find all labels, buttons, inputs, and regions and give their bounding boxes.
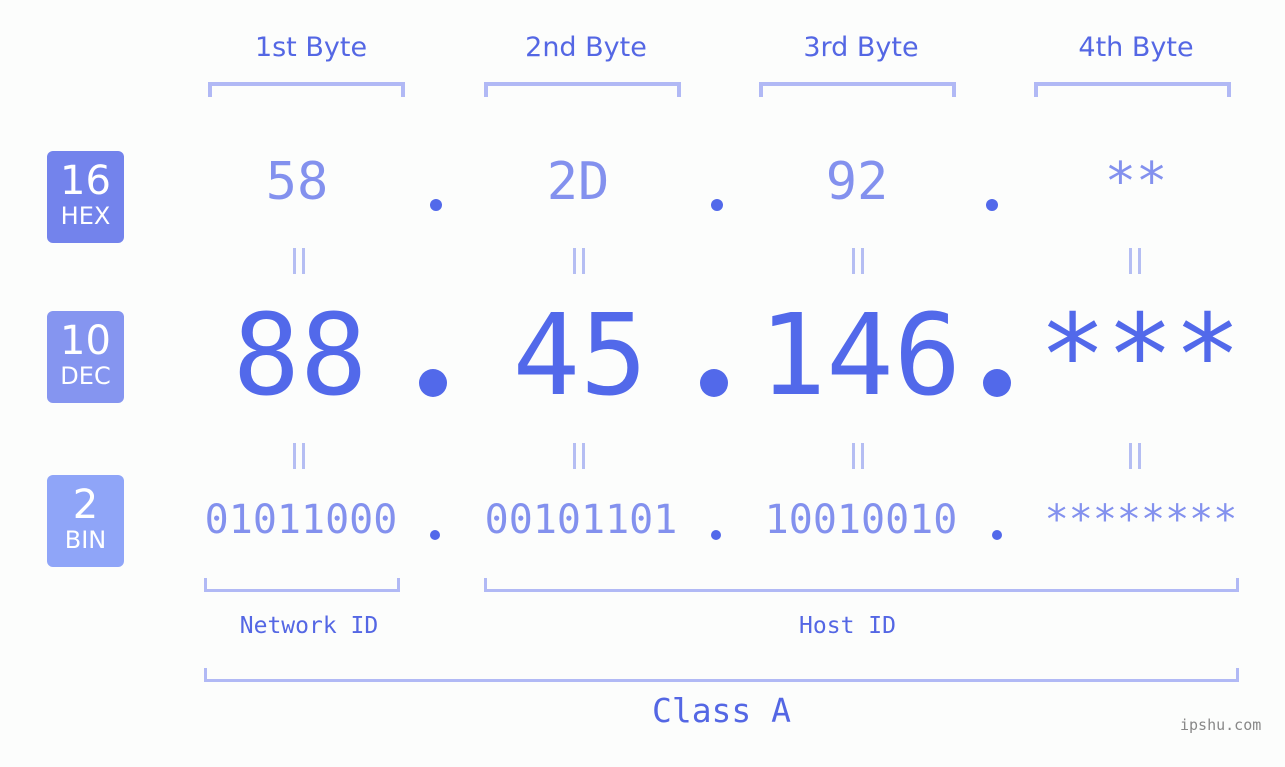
host-id-bracket	[484, 578, 1239, 592]
hex-base-label: HEX	[60, 202, 111, 230]
network-id-bracket	[204, 578, 400, 592]
hex-value-1: 58	[265, 152, 329, 212]
byte-bracket-1	[208, 82, 405, 97]
bin-separator-dot	[711, 530, 721, 540]
hex-value-3: 92	[825, 152, 889, 212]
dec-separator-dot	[419, 369, 447, 397]
dec-separator-dot	[983, 369, 1011, 397]
dec-badge: 10 DEC	[47, 311, 124, 403]
hex-separator-dot	[986, 199, 998, 211]
bin-value-2: 00101101	[484, 497, 678, 543]
hex-badge: 16 HEX	[47, 151, 124, 243]
ip-class-label: Class A	[651, 691, 792, 730]
host-id-label: Host ID	[799, 613, 896, 639]
byte-bracket-4	[1034, 82, 1231, 97]
byte-title-4: 4th Byte	[1078, 32, 1194, 63]
bin-value-1: 01011000	[204, 497, 398, 543]
bin-badge: 2 BIN	[47, 475, 124, 567]
class-bracket	[204, 668, 1239, 682]
bin-separator-dot	[430, 530, 440, 540]
watermark: ipshu.com	[1180, 716, 1262, 734]
hex-value-2: 2D	[546, 152, 610, 212]
hex-separator-dot	[711, 199, 723, 211]
dec-value-3: 146	[758, 291, 962, 421]
bin-value-4: ********	[1044, 497, 1238, 543]
dec-separator-dot	[700, 369, 728, 397]
dec-value-4: ***	[1038, 291, 1242, 421]
bin-separator-dot	[992, 530, 1002, 540]
network-id-label: Network ID	[239, 613, 379, 639]
byte-title-3: 3rd Byte	[803, 32, 919, 63]
dec-base-number: 10	[60, 318, 111, 364]
bin-value-3: 10010010	[764, 497, 958, 543]
byte-bracket-2	[484, 82, 681, 97]
dec-value-1: 88	[232, 291, 368, 421]
hex-base-number: 16	[60, 158, 111, 204]
dec-base-label: DEC	[60, 362, 111, 390]
bin-base-label: BIN	[64, 526, 107, 554]
hex-value-4: **	[1104, 152, 1168, 212]
bin-base-number: 2	[72, 482, 99, 528]
byte-title-2: 2nd Byte	[525, 32, 647, 63]
hex-separator-dot	[430, 199, 442, 211]
byte-bracket-3	[759, 82, 956, 97]
dec-value-2: 45	[512, 291, 648, 421]
byte-title-1: 1st Byte	[254, 32, 368, 63]
